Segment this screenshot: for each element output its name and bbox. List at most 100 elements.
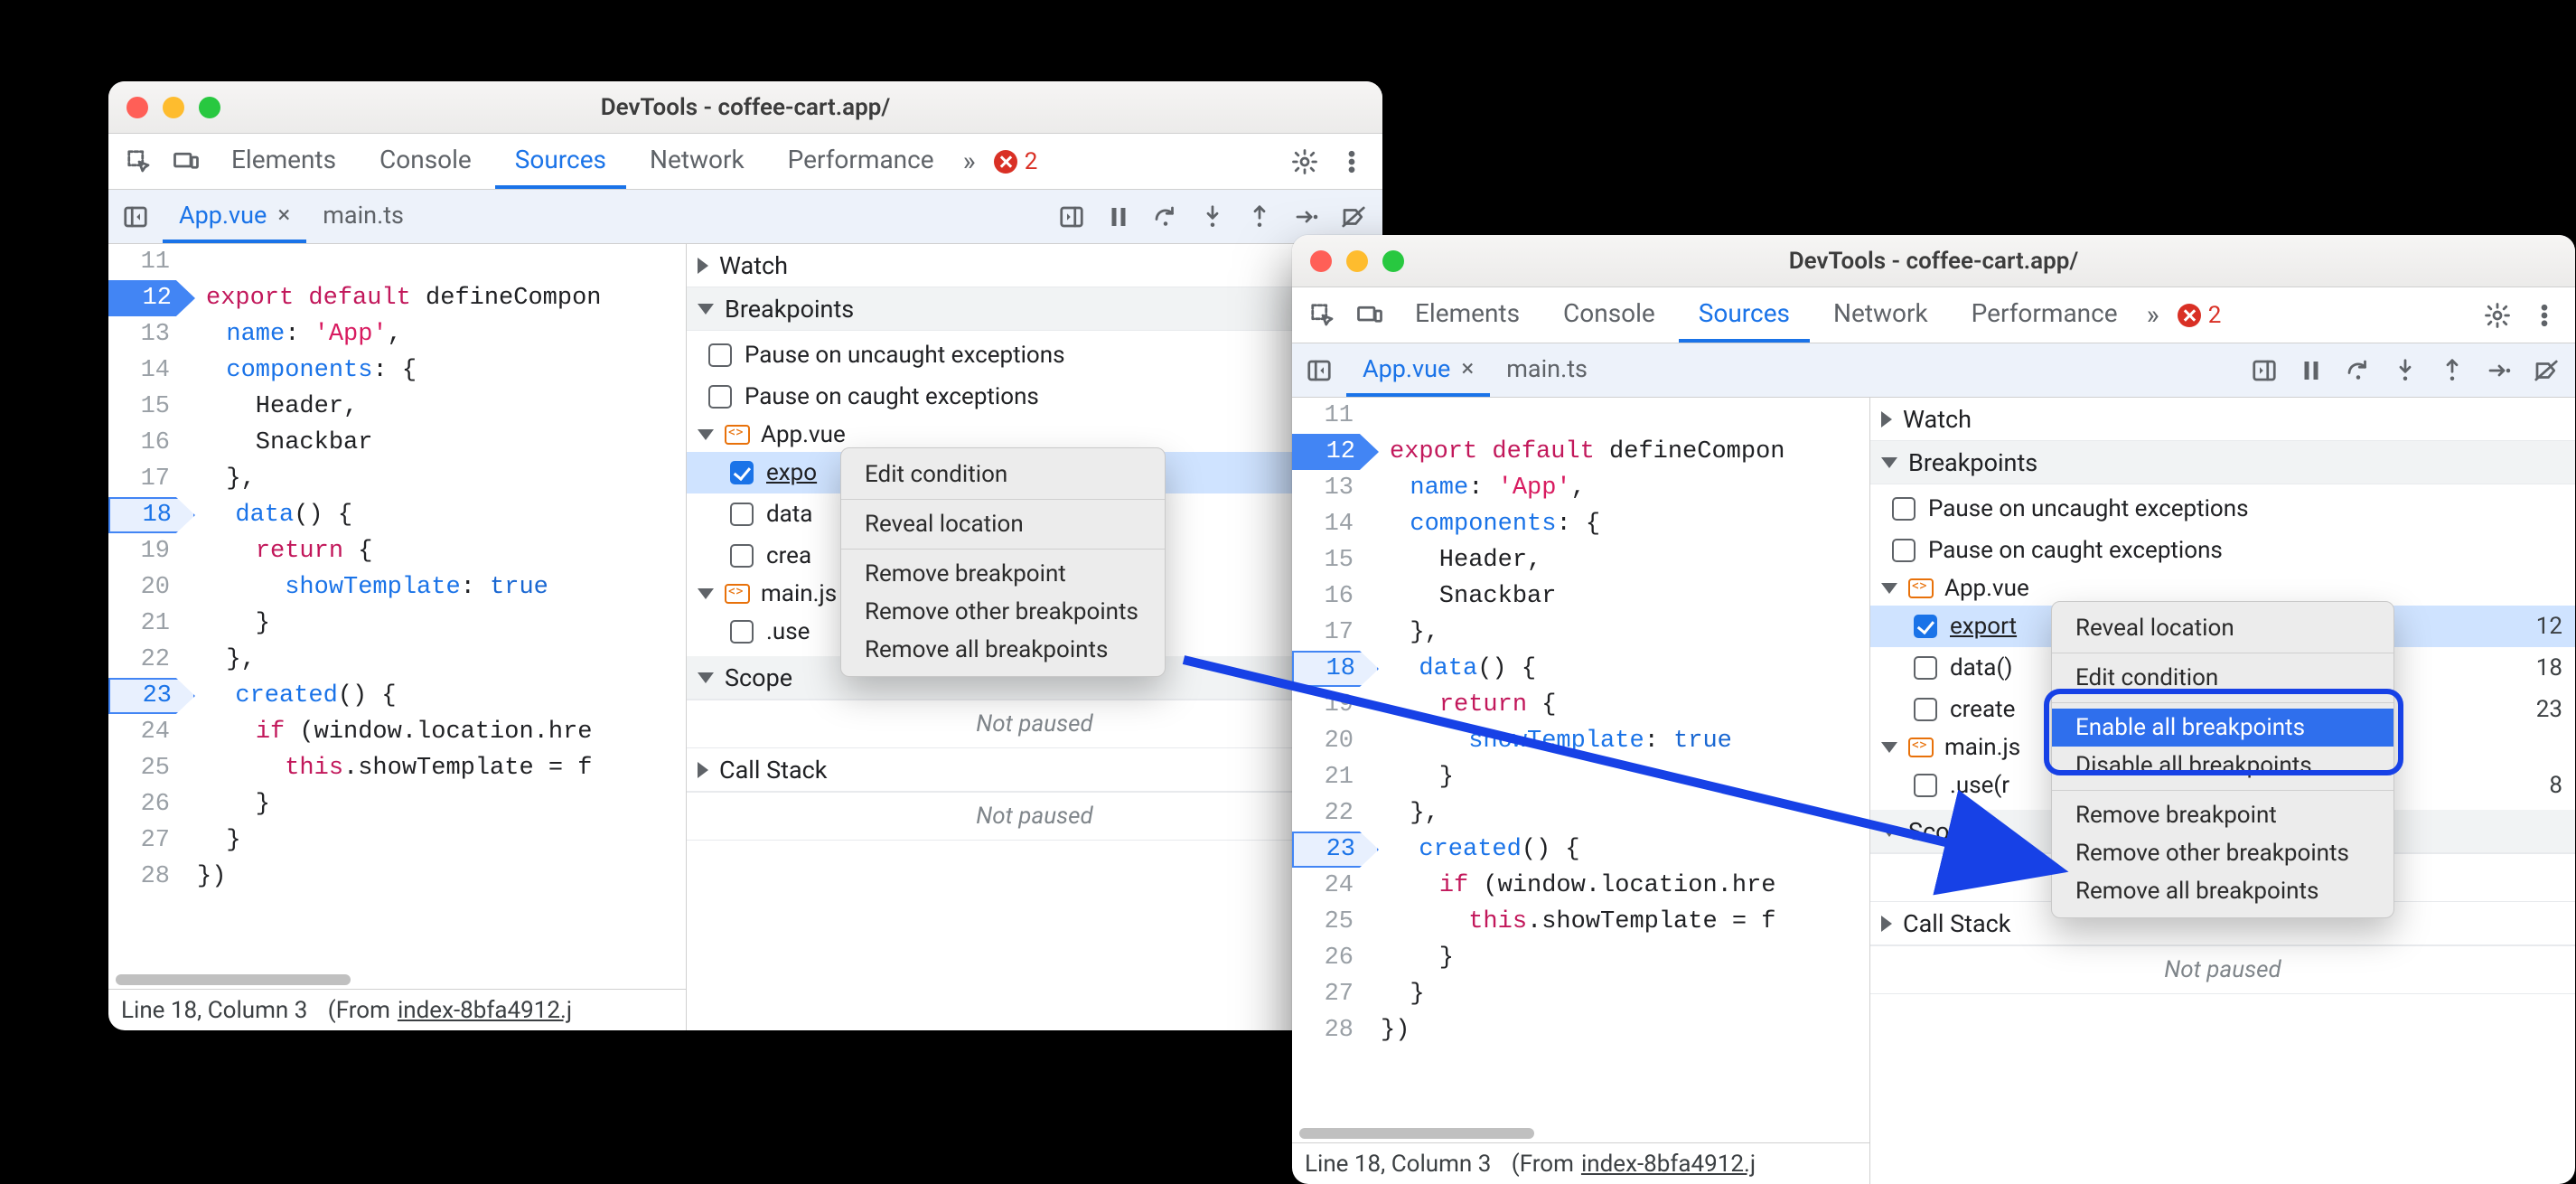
gutter-line-number[interactable]: 22	[108, 642, 186, 678]
gutter-line-number[interactable]: 11	[1292, 398, 1370, 434]
gutter-line-number[interactable]: 21	[108, 606, 186, 642]
section-breakpoints[interactable]: Breakpoints	[1870, 441, 2575, 484]
code-line[interactable]: 20 showTemplate: true	[108, 569, 686, 606]
checkbox[interactable]	[730, 461, 754, 484]
inspect-icon[interactable]	[1301, 294, 1344, 337]
code-line[interactable]: 14 components: {	[1292, 506, 1869, 542]
code-line[interactable]: 28})	[108, 859, 686, 895]
gutter-line-number[interactable]: 15	[108, 389, 186, 425]
code-line[interactable]: 20 showTemplate: true	[1292, 723, 1869, 759]
code-line[interactable]: 15 Header,	[1292, 542, 1869, 578]
close-tab-icon[interactable]: ×	[277, 202, 290, 229]
gutter-line-number[interactable]: 24	[108, 714, 186, 750]
tab-sources[interactable]: Sources	[1679, 287, 1810, 343]
gutter-line-number[interactable]: 15	[1292, 542, 1370, 578]
code-line[interactable]: 13 name: 'App',	[108, 316, 686, 352]
error-badge[interactable]: 2	[985, 148, 1047, 175]
gutter-line-number[interactable]: 24	[1292, 868, 1370, 904]
close-window-button[interactable]	[1310, 250, 1332, 272]
file-tab-main-ts[interactable]: main.ts	[306, 190, 420, 243]
ctx-remove-other[interactable]: Remove other breakpoints	[2052, 834, 2393, 872]
gutter-line-number[interactable]: 25	[1292, 904, 1370, 940]
code-line[interactable]: 28})	[1292, 1012, 1869, 1048]
tab-console[interactable]: Console	[1543, 287, 1675, 343]
gutter-line-number[interactable]: 14	[108, 352, 186, 389]
minimize-window-button[interactable]	[1346, 250, 1368, 272]
code-line[interactable]: 11	[1292, 398, 1869, 434]
gutter-line-number[interactable]: 20	[1292, 723, 1370, 759]
tab-network[interactable]: Network	[1813, 287, 1948, 343]
checkbox[interactable]	[730, 544, 754, 568]
code-line[interactable]: 12export default defineCompon	[1292, 434, 1869, 470]
ctx-remove-other[interactable]: Remove other breakpoints	[841, 593, 1165, 631]
code-line[interactable]: 27 }	[1292, 976, 1869, 1012]
checkbox[interactable]	[1892, 539, 1916, 562]
gutter-line-number[interactable]: 26	[1292, 940, 1370, 976]
gutter-line-number[interactable]: 13	[108, 316, 186, 352]
code-line[interactable]: 16 Snackbar	[108, 425, 686, 461]
code-line[interactable]: 21 }	[1292, 759, 1869, 795]
gutter-line-number[interactable]: 12	[108, 280, 195, 316]
settings-gear-icon[interactable]	[2476, 294, 2519, 337]
gutter-line-number[interactable]: 28	[1292, 1012, 1370, 1048]
section-watch[interactable]: Watch	[1870, 398, 2575, 441]
tab-elements[interactable]: Elements	[1395, 287, 1540, 343]
gutter-line-number[interactable]: 23	[1292, 832, 1379, 868]
tab-sources[interactable]: Sources	[495, 134, 626, 189]
kebab-menu-icon[interactable]	[2523, 294, 2566, 337]
maximize-window-button[interactable]	[199, 97, 220, 118]
status-source-file[interactable]: index-8bfa4912.j	[398, 997, 572, 1024]
tab-performance[interactable]: Performance	[768, 134, 954, 189]
code-line[interactable]: 14 components: {	[108, 352, 686, 389]
navigator-toggle-icon[interactable]	[1297, 349, 1341, 392]
ctx-remove-all[interactable]: Remove all breakpoints	[2052, 872, 2393, 910]
ctx-edit-condition[interactable]: Edit condition	[2052, 659, 2393, 697]
checkbox[interactable]	[1914, 656, 1937, 680]
gutter-line-number[interactable]: 18	[108, 497, 195, 533]
editor-hscrollbar[interactable]	[108, 971, 686, 989]
tab-performance[interactable]: Performance	[1952, 287, 2138, 343]
close-window-button[interactable]	[126, 97, 148, 118]
ctx-enable-all[interactable]: Enable all breakpoints	[2052, 709, 2393, 747]
error-badge[interactable]: 2	[2169, 302, 2231, 329]
code-line[interactable]: 24 if (window.location.hre	[108, 714, 686, 750]
pause-caught-row[interactable]: Pause on caught exceptions	[687, 376, 1382, 418]
code-line[interactable]: 26 }	[108, 786, 686, 822]
gutter-line-number[interactable]: 14	[1292, 506, 1370, 542]
code-line[interactable]: 25 this.showTemplate = f	[1292, 904, 1869, 940]
gutter-line-number[interactable]: 26	[108, 786, 186, 822]
debugger-toggle-icon[interactable]	[1050, 195, 1093, 239]
code-line[interactable]: 19 return {	[108, 533, 686, 569]
code-line[interactable]: 17 },	[1292, 615, 1869, 651]
deactivate-breakpoints-icon[interactable]	[2524, 349, 2568, 392]
gutter-line-number[interactable]: 11	[108, 244, 186, 280]
step-out-icon[interactable]	[2431, 349, 2474, 392]
more-tabs-chevron-icon[interactable]: »	[958, 146, 981, 177]
file-tab-main-ts[interactable]: main.ts	[1490, 343, 1604, 397]
step-over-icon[interactable]	[2337, 349, 2380, 392]
step-out-icon[interactable]	[1238, 195, 1281, 239]
kebab-menu-icon[interactable]	[1330, 140, 1373, 183]
pause-icon[interactable]	[2290, 349, 2333, 392]
settings-gear-icon[interactable]	[1283, 140, 1326, 183]
tab-network[interactable]: Network	[630, 134, 764, 189]
checkbox[interactable]	[730, 503, 754, 526]
gutter-line-number[interactable]: 27	[108, 822, 186, 859]
step-icon[interactable]	[1285, 195, 1328, 239]
more-tabs-chevron-icon[interactable]: »	[2141, 299, 2165, 331]
checkbox[interactable]	[708, 343, 732, 367]
minimize-window-button[interactable]	[163, 97, 184, 118]
code-line[interactable]: 24 if (window.location.hre	[1292, 868, 1869, 904]
gutter-line-number[interactable]: 20	[108, 569, 186, 606]
gutter-line-number[interactable]: 18	[1292, 651, 1379, 687]
checkbox[interactable]	[1892, 497, 1916, 521]
gutter-line-number[interactable]: 13	[1292, 470, 1370, 506]
code-line[interactable]: 17 },	[108, 461, 686, 497]
status-source-file[interactable]: index-8bfa4912.j	[1581, 1151, 1756, 1178]
gutter-line-number[interactable]: 21	[1292, 759, 1370, 795]
pause-icon[interactable]	[1097, 195, 1140, 239]
code-line[interactable]: 11	[108, 244, 686, 280]
deactivate-breakpoints-icon[interactable]	[1332, 195, 1375, 239]
tab-elements[interactable]: Elements	[211, 134, 356, 189]
section-watch[interactable]: Watch	[687, 244, 1382, 287]
